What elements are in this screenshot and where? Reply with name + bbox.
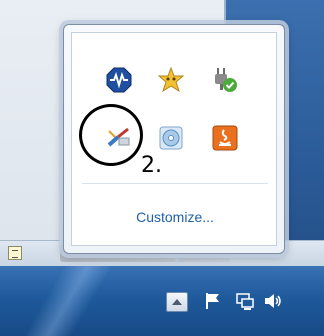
step-label: 2. [141, 153, 162, 178]
chevron-up-icon [172, 299, 182, 305]
annotation-circle [79, 104, 143, 166]
java-update-icon[interactable] [212, 125, 238, 151]
customize-link[interactable]: Customize... [72, 209, 278, 225]
view-toggle-button[interactable] [8, 246, 22, 260]
network-icon[interactable] [234, 290, 256, 312]
action-center-flag-icon[interactable] [202, 290, 224, 312]
popup-divider [82, 183, 268, 184]
star-emblem-icon[interactable] [157, 66, 185, 93]
taskbar-glow [0, 266, 120, 336]
power-plug-check-icon[interactable] [212, 67, 238, 93]
disc-drive-icon[interactable] [158, 125, 184, 151]
network-monitor-icon[interactable] [106, 67, 132, 93]
volume-icon[interactable] [262, 290, 284, 312]
show-hidden-icons-button[interactable] [166, 292, 188, 312]
